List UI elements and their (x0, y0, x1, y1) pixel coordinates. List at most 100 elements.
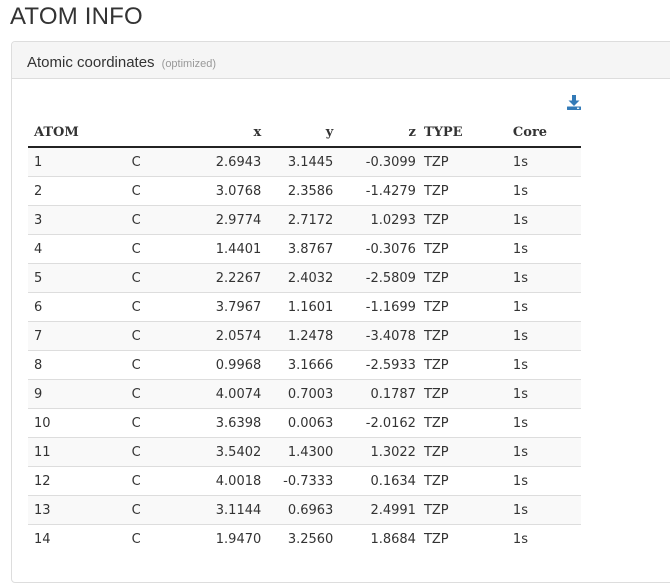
cell-type: TZP (419, 176, 509, 206)
cell-atom: 10 (28, 408, 128, 438)
table-row: 7 C 2.0574 1.2478 -3.4078 TZP 1s (28, 321, 581, 351)
cell-y: 0.0063 (265, 408, 338, 438)
table-row: 14 C 1.9470 3.2560 1.8684 TZP 1s (28, 524, 581, 553)
cell-atom: 9 (28, 379, 128, 409)
cell-z: -2.0162 (337, 408, 420, 438)
cell-core: 1s (508, 292, 581, 322)
cell-atom: 13 (28, 495, 128, 525)
cell-core: 1s (508, 205, 581, 235)
cell-x: 4.0074 (189, 379, 266, 409)
cell-type: TZP (419, 379, 509, 409)
cell-x: 0.9968 (189, 350, 266, 380)
cell-type: TZP (419, 437, 509, 467)
cell-x: 2.9774 (189, 205, 266, 235)
cell-element: C (127, 263, 190, 293)
column-header-z: z (337, 118, 420, 148)
table-row: 1 C 2.6943 3.1445 -0.3099 TZP 1s (28, 147, 581, 177)
cell-core: 1s (508, 495, 581, 525)
cell-element: C (127, 292, 190, 322)
cell-z: 0.1787 (337, 379, 420, 409)
cell-z: -1.1699 (337, 292, 420, 322)
cell-core: 1s (508, 263, 581, 293)
cell-atom: 1 (28, 147, 128, 177)
cell-x: 3.5402 (189, 437, 266, 467)
table-row: 13 C 3.1144 0.6963 2.4991 TZP 1s (28, 495, 581, 525)
cell-y: 1.2478 (265, 321, 338, 351)
cell-element: C (127, 524, 190, 553)
column-header-element (127, 118, 190, 148)
cell-x: 4.0018 (189, 466, 266, 496)
cell-element: C (127, 147, 190, 177)
cell-y: 2.7172 (265, 205, 338, 235)
panel-heading: Atomic coordinates (optimized) (12, 42, 670, 79)
cell-x: 2.2267 (189, 263, 266, 293)
cell-z: -0.3099 (337, 147, 420, 177)
atomic-coordinates-table: ATOM x y z TYPE Core 1 C 2.6943 3.1445 -… (28, 118, 581, 553)
cell-y: 1.4300 (265, 437, 338, 467)
cell-x: 1.4401 (189, 234, 266, 264)
table-row: 9 C 4.0074 0.7003 0.1787 TZP 1s (28, 379, 581, 409)
cell-y: 1.1601 (265, 292, 338, 322)
cell-type: TZP (419, 321, 509, 351)
cell-x: 3.7967 (189, 292, 266, 322)
cell-element: C (127, 321, 190, 351)
table-row: 10 C 3.6398 0.0063 -2.0162 TZP 1s (28, 408, 581, 438)
table-row: 11 C 3.5402 1.4300 1.3022 TZP 1s (28, 437, 581, 467)
cell-core: 1s (508, 408, 581, 438)
table-row: 12 C 4.0018 -0.7333 0.1634 TZP 1s (28, 466, 581, 496)
column-header-core: Core (508, 118, 581, 148)
cell-element: C (127, 466, 190, 496)
cell-x: 3.1144 (189, 495, 266, 525)
cell-core: 1s (508, 321, 581, 351)
cell-y: 3.2560 (265, 524, 338, 553)
cell-atom: 14 (28, 524, 128, 553)
column-header-type: TYPE (419, 118, 509, 148)
cell-type: TZP (419, 147, 509, 177)
download-icon[interactable] (567, 95, 581, 110)
cell-element: C (127, 437, 190, 467)
column-header-y: y (265, 118, 338, 148)
cell-y: 3.1445 (265, 147, 338, 177)
cell-element: C (127, 495, 190, 525)
cell-type: TZP (419, 408, 509, 438)
cell-z: 1.0293 (337, 205, 420, 235)
table-row: 6 C 3.7967 1.1601 -1.1699 TZP 1s (28, 292, 581, 322)
cell-element: C (127, 205, 190, 235)
cell-y: 0.6963 (265, 495, 338, 525)
table-row: 5 C 2.2267 2.4032 -2.5809 TZP 1s (28, 263, 581, 293)
cell-core: 1s (508, 524, 581, 553)
cell-core: 1s (508, 234, 581, 264)
cell-type: TZP (419, 205, 509, 235)
cell-element: C (127, 234, 190, 264)
cell-atom: 2 (28, 176, 128, 206)
cell-element: C (127, 350, 190, 380)
cell-y: 2.4032 (265, 263, 338, 293)
cell-x: 2.0574 (189, 321, 266, 351)
cell-z: 1.8684 (337, 524, 420, 553)
cell-type: TZP (419, 466, 509, 496)
table-header-row: ATOM x y z TYPE Core (28, 118, 581, 148)
cell-z: -3.4078 (337, 321, 420, 351)
cell-y: 3.8767 (265, 234, 338, 264)
cell-atom: 7 (28, 321, 128, 351)
panel-title: Atomic coordinates (27, 54, 155, 71)
cell-z: 0.1634 (337, 466, 420, 496)
column-header-x: x (189, 118, 266, 148)
cell-core: 1s (508, 437, 581, 467)
cell-type: TZP (419, 234, 509, 264)
cell-element: C (127, 176, 190, 206)
cell-core: 1s (508, 379, 581, 409)
table-row: 4 C 1.4401 3.8767 -0.3076 TZP 1s (28, 234, 581, 264)
panel-subtitle: (optimized) (161, 58, 217, 70)
cell-x: 3.0768 (189, 176, 266, 206)
cell-z: 1.3022 (337, 437, 420, 467)
atomic-coordinates-panel: Atomic coordinates (optimized) ATOM x y … (11, 41, 670, 583)
cell-z: -2.5809 (337, 263, 420, 293)
table-row: 2 C 3.0768 2.3586 -1.4279 TZP 1s (28, 176, 581, 206)
cell-type: TZP (419, 524, 509, 553)
cell-z: -1.4279 (337, 176, 420, 206)
cell-atom: 8 (28, 350, 128, 380)
cell-y: 0.7003 (265, 379, 338, 409)
cell-core: 1s (508, 350, 581, 380)
cell-core: 1s (508, 176, 581, 206)
